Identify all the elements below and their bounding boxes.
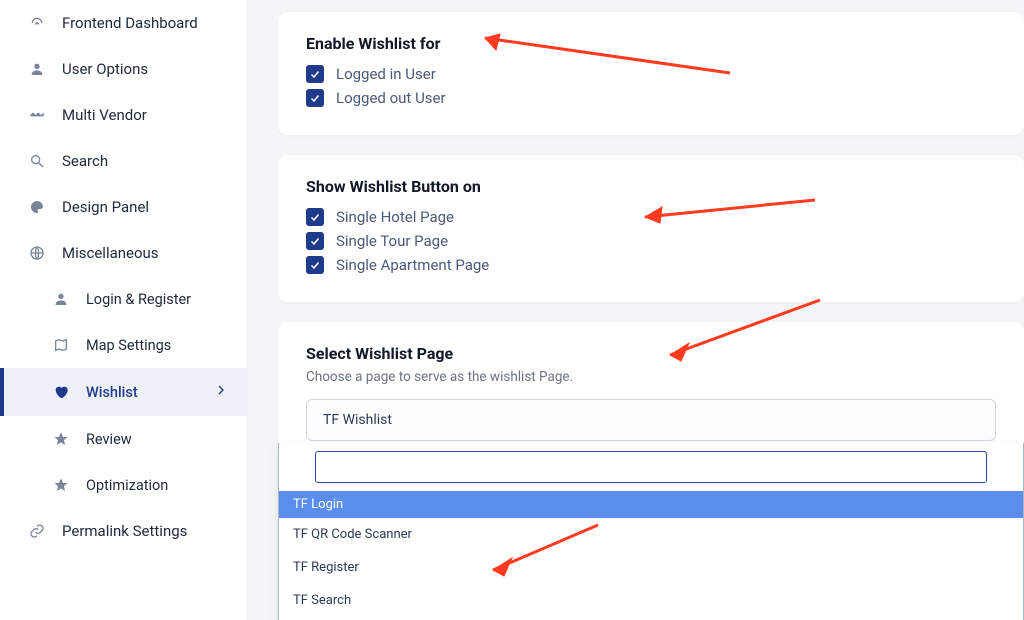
check-icon (306, 256, 324, 274)
check-icon (306, 208, 324, 226)
card-subtitle: Choose a page to serve as the wishlist P… (306, 369, 996, 385)
checkbox-label: Single Apartment Page (336, 256, 489, 274)
check-icon (306, 65, 324, 83)
card-select-wishlist-page: Select Wishlist Page Choose a page to se… (278, 322, 1024, 620)
user-icon (26, 60, 48, 78)
select-search-input[interactable] (315, 451, 987, 483)
search-icon (26, 152, 48, 170)
sidebar-item-label: Permalink Settings (62, 522, 187, 540)
globe-icon (26, 244, 48, 262)
select-option[interactable]: TF QR Code Scanner (279, 518, 1023, 551)
star-icon (50, 476, 72, 494)
user-icon (50, 290, 72, 308)
sidebar-item-review[interactable]: Review (0, 416, 247, 462)
palette-icon (26, 198, 48, 216)
sidebar-item-label: User Options (62, 60, 148, 78)
handshake-icon (26, 106, 48, 124)
checkbox-single-tour[interactable]: Single Tour Page (306, 232, 996, 250)
checkbox-label: Logged out User (336, 89, 446, 107)
checkbox-single-apartment[interactable]: Single Apartment Page (306, 256, 996, 274)
select-option[interactable]: TF Search (279, 584, 1023, 617)
sidebar-item-search[interactable]: Search (0, 138, 247, 184)
sidebar-item-label: Design Panel (62, 198, 149, 216)
sidebar-item-frontend-dashboard[interactable]: Frontend Dashboard (0, 0, 247, 46)
sidebar-item-login-register[interactable]: Login & Register (0, 276, 247, 322)
card-title: Enable Wishlist for (306, 34, 996, 53)
option-label: TF QR Code Scanner (293, 527, 412, 542)
sidebar-item-miscellaneous[interactable]: Miscellaneous (0, 230, 247, 276)
checkbox-logged-in-user[interactable]: Logged in User (306, 65, 996, 83)
checkbox-label: Single Tour Page (336, 232, 448, 250)
sidebar-item-label: Review (86, 431, 132, 448)
card-title: Select Wishlist Page (306, 344, 996, 363)
sidebar-item-design-panel[interactable]: Design Panel (0, 184, 247, 230)
sidebar-item-permalink-settings[interactable]: Permalink Settings (0, 508, 247, 554)
sidebar-item-label: Frontend Dashboard (62, 14, 198, 32)
option-label: TF Login (293, 497, 343, 512)
sidebar-item-label: Wishlist (86, 384, 138, 401)
sidebar-item-label: Search (62, 152, 108, 170)
check-icon (306, 89, 324, 107)
select-value: TF Wishlist (323, 412, 392, 428)
wishlist-page-select[interactable]: TF Wishlist (306, 399, 996, 441)
card-enable-wishlist: Enable Wishlist for Logged in User Logge… (278, 12, 1024, 135)
gauge-icon (26, 14, 48, 32)
select-dropdown: TF Login TF QR Code Scanner TF Register … (278, 443, 1024, 620)
card-title: Show Wishlist Button on (306, 177, 996, 196)
sidebar-item-label: Multi Vendor (62, 106, 147, 124)
sidebar-item-user-options[interactable]: User Options (0, 46, 247, 92)
link-icon (26, 522, 48, 540)
map-icon (50, 336, 72, 354)
sidebar-item-label: Login & Register (86, 291, 191, 308)
sidebar-item-label: Map Settings (86, 337, 171, 354)
check-icon (306, 232, 324, 250)
main-content: Enable Wishlist for Logged in User Logge… (248, 0, 1024, 620)
sidebar-item-optimization[interactable]: Optimization (0, 462, 247, 508)
select-option[interactable]: TF Register (279, 551, 1023, 584)
sidebar-item-label: Optimization (86, 477, 168, 494)
checkbox-single-hotel[interactable]: Single Hotel Page (306, 208, 996, 226)
checkbox-logged-out-user[interactable]: Logged out User (306, 89, 996, 107)
option-label: TF Search (293, 593, 351, 608)
chevron-right-icon (213, 382, 229, 402)
star-icon (50, 430, 72, 448)
heart-icon (50, 383, 72, 401)
checkbox-label: Logged in User (336, 65, 436, 83)
sidebar-item-label: Miscellaneous (62, 244, 159, 262)
sidebar-item-map-settings[interactable]: Map Settings (0, 322, 247, 368)
sidebar-item-wishlist[interactable]: Wishlist (0, 368, 247, 416)
sidebar-item-multi-vendor[interactable]: Multi Vendor (0, 92, 247, 138)
checkbox-label: Single Hotel Page (336, 208, 454, 226)
select-option-highlighted[interactable]: TF Login (279, 491, 1023, 518)
card-show-wishlist-button: Show Wishlist Button on Single Hotel Pag… (278, 155, 1024, 302)
sidebar: Frontend Dashboard User Options Multi Ve… (0, 0, 248, 620)
option-label: TF Register (293, 560, 359, 575)
